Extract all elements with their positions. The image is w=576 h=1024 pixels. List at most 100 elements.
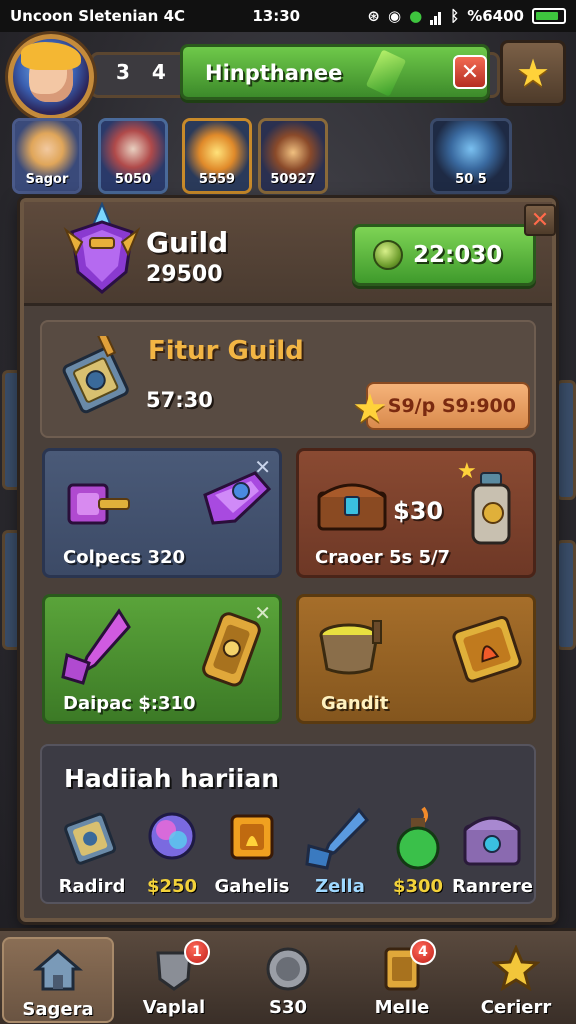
scroll-shield-icon <box>62 336 129 414</box>
guild-timer-button[interactable]: 22:030 <box>352 224 536 286</box>
panel-header: Guild 29500 22:030 ✕ <box>24 202 556 306</box>
banner-close-button[interactable]: ✕ <box>453 55 487 89</box>
hud-stats: 3 4 <box>116 60 166 84</box>
reward-label: $300 <box>392 876 444 897</box>
potion-bottle-icon <box>471 472 511 545</box>
hud-stat-count: 4 <box>151 60 166 84</box>
favorites-star-button[interactable]: ★ <box>500 40 566 106</box>
nav-item-card[interactable]: 4 Melle <box>346 937 458 1023</box>
card-label: Craoer 5s 5/7 <box>315 547 451 568</box>
reward-item[interactable]: $300 <box>378 806 458 898</box>
hud-stat-level: 3 <box>116 60 130 84</box>
reward-item[interactable]: Zella <box>300 806 380 898</box>
hero-card[interactable]: 50927 <box>258 118 328 194</box>
scroll-shield-icon <box>64 812 117 865</box>
daily-rewards-title: Hadiiah hariian <box>64 764 280 793</box>
reward-item[interactable]: $250 <box>132 806 212 898</box>
guild-timer-text: 22:030 <box>413 242 503 268</box>
alarm-icon: ⊛ <box>367 7 380 25</box>
bottom-nav: Sagera 1 Vaplal S30 4 Melle Cerierr <box>0 928 576 1024</box>
item-card-blue[interactable]: ✕ Colpecs 320 <box>42 448 282 578</box>
hero-label: 50 5 <box>455 172 487 187</box>
reward-label: Gahelis <box>214 876 290 897</box>
signal-icon <box>430 7 442 25</box>
card-label: Colpecs 320 <box>63 547 186 568</box>
guild-panel: Guild 29500 22:030 ✕ Fitur Guild 57:30 ★… <box>20 198 556 922</box>
nav-item-home[interactable]: Sagera <box>2 937 114 1023</box>
nav-label: Cerierr <box>480 997 552 1018</box>
feature-price: 57:30 <box>146 388 213 412</box>
cauldron-icon <box>319 620 382 675</box>
nav-label: Sagera <box>22 999 94 1020</box>
hero-card[interactable]: Sagor <box>12 118 82 194</box>
title-banner: Hinpthanee ✕ <box>180 44 490 100</box>
item-card-green[interactable]: ✕ Daipac $:310 <box>42 594 282 724</box>
reward-label: Radird <box>58 876 126 897</box>
feature-card[interactable]: Fitur Guild 57:30 ★ S9/p S9:900 <box>40 320 536 438</box>
nav-item-coin[interactable]: S30 <box>232 937 344 1023</box>
coin-icon <box>373 240 403 270</box>
hero-label: 5050 <box>114 172 152 187</box>
star-icon: ★ <box>352 386 388 432</box>
card-label: Daipac $:310 <box>63 693 196 714</box>
reward-item[interactable]: Radird <box>52 806 132 898</box>
side-decoration-left <box>2 530 22 650</box>
star-icon <box>492 945 540 991</box>
hero-card[interactable]: 5559 <box>182 118 252 194</box>
side-decoration-left <box>2 370 22 490</box>
hero-label: Sagor <box>25 172 69 187</box>
guild-points: 29500 <box>146 262 223 287</box>
battery-icon <box>531 8 566 24</box>
carrier-label: Uncoon Sletenian 4C <box>10 7 186 25</box>
home-icon <box>33 949 83 991</box>
hero-row: Sagor 5050 5559 50927 50 5 <box>12 118 564 198</box>
reward-label: $250 <box>146 876 198 897</box>
hero-card[interactable]: 50 5 <box>430 118 512 194</box>
feature-price-pill[interactable]: ★ S9/p S9:900 <box>352 382 530 432</box>
guild-crest-icon <box>63 202 141 294</box>
avatar-face-icon <box>21 42 81 102</box>
feature-title: Fitur Guild <box>148 336 304 366</box>
coin-icon <box>266 947 310 991</box>
status-bar: Uncoon Sletenian 4C 13:30 ⊛ ◉ ● ᛒ %6400 <box>0 0 576 32</box>
card-value: $30 <box>393 497 444 525</box>
card-label: Gandit <box>321 693 389 714</box>
clock: 13:30 <box>252 7 301 25</box>
green-potion-icon <box>396 806 440 870</box>
daily-rewards-section: Hadiiah hariian Radird $250 Gahelis Zell… <box>40 744 536 904</box>
battery-text: %6400 <box>467 7 524 25</box>
gold-cube-icon <box>230 814 274 860</box>
orb-icon <box>148 812 196 860</box>
bluetooth-icon: ᛒ <box>450 7 460 25</box>
treasure-chest-icon <box>317 483 387 531</box>
nav-item-star[interactable]: Cerierr <box>460 937 572 1023</box>
gem-icon <box>365 49 407 97</box>
hero-label: 5559 <box>198 172 236 187</box>
reward-label: Zella <box>315 876 365 897</box>
spear-icon <box>61 608 131 685</box>
panel-close-button[interactable]: ✕ <box>524 204 556 236</box>
side-decoration-right <box>556 540 576 650</box>
item-card-gold[interactable]: Gandit <box>296 594 536 724</box>
wifi-icon: ◉ <box>388 7 402 25</box>
card-close-icon[interactable]: ✕ <box>254 601 271 625</box>
notification-badge: 4 <box>410 939 436 965</box>
reward-label: Ranrere <box>452 876 533 897</box>
hero-label: 50927 <box>270 172 316 187</box>
banner-title: Hinpthanee <box>205 61 343 85</box>
nav-label: Vaplal <box>142 997 206 1018</box>
leaf-icon: ● <box>409 7 423 25</box>
hammer-icon <box>67 483 130 525</box>
blue-spear-icon <box>305 807 370 870</box>
item-card-brown[interactable]: $30 ★ Craoer 5s 5/7 <box>296 448 536 578</box>
price-pill-text: S9/p S9:900 <box>387 395 516 417</box>
card-close-icon[interactable]: ✕ <box>254 455 271 479</box>
player-avatar[interactable] <box>8 34 94 120</box>
reward-item[interactable]: Gahelis <box>212 806 292 898</box>
status-icons: ⊛ ◉ ● ᛒ %6400 <box>367 7 566 25</box>
reward-item[interactable]: Ranrere <box>452 806 533 898</box>
guild-title: Guild <box>146 226 229 259</box>
nav-item-shield[interactable]: 1 Vaplal <box>118 937 230 1023</box>
hero-card[interactable]: 5050 <box>98 118 168 194</box>
purple-chest-icon <box>463 816 521 866</box>
